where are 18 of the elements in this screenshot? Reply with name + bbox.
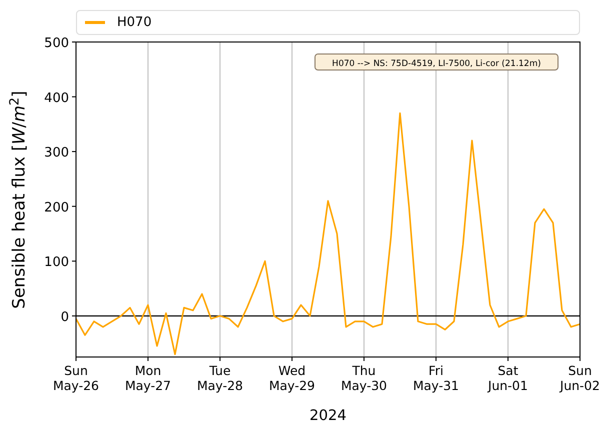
y-tick-label: 300 [44, 146, 69, 161]
y-tick-label: 500 [44, 36, 69, 51]
x-tick-label: Wed May-29 [268, 363, 316, 393]
x-tick-label: Tue May-28 [196, 363, 244, 393]
x-tick-label: Fri May-31 [412, 363, 460, 393]
x-tick-label: Sat Jun-01 [488, 363, 528, 393]
x-tick-label: Sun Jun-02 [560, 363, 600, 393]
y-tick-label: 100 [44, 255, 69, 270]
x-tick-label: Mon May-27 [124, 363, 172, 393]
x-tick-label: Thu May-30 [340, 363, 388, 393]
x-tick-label: Sun May-26 [52, 363, 100, 393]
y-tick-label: 200 [44, 200, 69, 216]
y-tick-label: 400 [44, 90, 69, 106]
y-tick-label: 0 [60, 310, 69, 325]
annotation: H070 --> NS: 75D-4519, LI-7500, Li-cor (21.12m) [332, 59, 541, 69]
legend-label: H070 [117, 14, 152, 32]
x-axis-label: 2024 [310, 408, 346, 424]
annotation: H070 --> NS: 75D-4519, LI-7500, Li-cor (21.12m) [314, 54, 558, 70]
